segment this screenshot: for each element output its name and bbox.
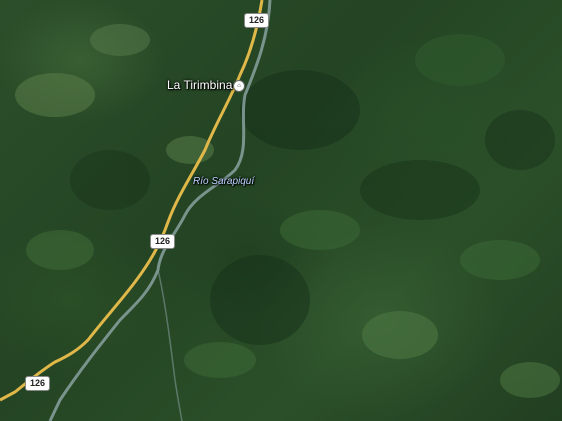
- satellite-map[interactable]: 126 126 126 La Tirimbina ⌂ Río Sarapiquí: [0, 0, 562, 421]
- forest-shadows: [70, 70, 555, 345]
- place-label-la-tirimbina[interactable]: La Tirimbina: [167, 78, 232, 92]
- terrain-layer: [0, 0, 560, 421]
- poi-building-icon[interactable]: ⌂: [233, 80, 245, 92]
- river-label-sarapiqui: Río Sarapiquí: [193, 176, 255, 187]
- route-126-shield-top[interactable]: 126: [244, 13, 270, 28]
- route-126-shield-middle[interactable]: 126: [150, 234, 176, 249]
- route-126-shield-bottom[interactable]: 126: [25, 376, 51, 391]
- river-tributary: [157, 269, 183, 421]
